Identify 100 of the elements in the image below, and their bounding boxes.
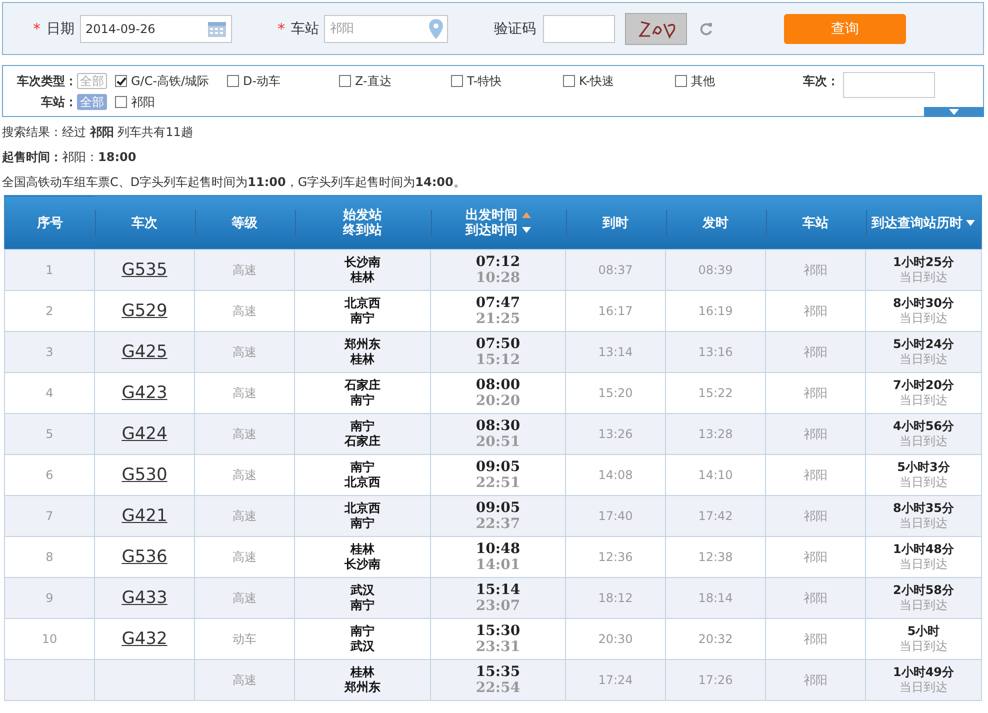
leave-time: 12:38 (698, 550, 733, 564)
departure-time: 09:05 (476, 500, 520, 516)
train-grade: 高速 (232, 672, 256, 686)
station-filter-label: 车站： (41, 94, 77, 110)
leave-time: 20:32 (698, 632, 733, 646)
departure-time: 15:35 (476, 664, 520, 680)
train-grade: 高速 (232, 426, 256, 440)
column-header: 发时 (702, 216, 728, 230)
terminal-station: 北京西 (344, 475, 380, 490)
departure-time: 15:14 (476, 582, 520, 598)
sort-down-icon[interactable] (966, 220, 976, 226)
arrival-time: 21:25 (476, 311, 520, 327)
train-type-checkbox[interactable]: 其他 (675, 72, 787, 90)
required-mark: * (33, 20, 40, 38)
train-grade: 高速 (232, 262, 256, 276)
origin-station: 桂林 (350, 542, 374, 557)
train-number-field[interactable] (843, 72, 935, 98)
sort-down-icon[interactable] (522, 227, 530, 233)
required-mark: * (278, 20, 285, 38)
travel-duration: 1小时48分 (892, 542, 954, 557)
arrival-day: 当日到达 (900, 680, 948, 695)
station-name: 祁阳 (804, 508, 828, 522)
arrive-time: 18:12 (598, 591, 633, 605)
departure-time: 07:50 (476, 336, 520, 352)
terminal-station: 南宁 (350, 516, 374, 531)
sort-up-icon[interactable] (522, 212, 530, 218)
station-name: 祁阳 (804, 304, 828, 318)
station-checkbox[interactable]: 祁阳 (115, 94, 227, 110)
row-number: 5 (46, 427, 54, 441)
arrival-day: 当日到达 (900, 352, 948, 367)
origin-station: 南宁 (350, 419, 374, 434)
arrival-time: 10:28 (476, 270, 520, 286)
origin-station: 武汉 (350, 583, 374, 598)
row-number: 6 (46, 468, 54, 482)
departure-time: 08:30 (476, 418, 520, 434)
row-number: 10 (42, 632, 58, 646)
train-grade: 高速 (232, 590, 256, 604)
arrival-time: 14:01 (476, 557, 520, 573)
train-type-checkbox[interactable]: T-特快 (451, 72, 563, 90)
departure-time: 08:00 (476, 377, 520, 393)
travel-duration: 5小时3分 (897, 460, 950, 475)
origin-station: 南宁 (350, 460, 374, 475)
arrive-time: 17:40 (598, 509, 633, 523)
date-field[interactable]: 2014-09-26 (80, 14, 232, 42)
terminal-station: 南宁 (350, 598, 374, 613)
travel-duration: 8小时30分 (892, 296, 954, 311)
travel-duration: 7小时20分 (892, 378, 954, 393)
captcha-image (625, 12, 687, 44)
column-header[interactable]: 出发时间 (466, 208, 518, 222)
arrival-time: 22:37 (476, 516, 520, 532)
leave-time: 18:14 (698, 591, 733, 605)
column-header: 序号 (36, 216, 63, 230)
arrival-day: 当日到达 (900, 270, 948, 285)
arrival-day: 当日到达 (900, 639, 948, 654)
arrival-day: 当日到达 (900, 311, 948, 326)
station-name: 祁阳 (804, 426, 828, 440)
travel-duration: 4小时56分 (892, 419, 954, 434)
origin-station: 郑州东 (344, 337, 380, 352)
arrive-time: 14:08 (598, 468, 633, 482)
arrival-day: 当日到达 (900, 393, 948, 408)
sale-time-text: 起售时间：祁阳：18:00 (2, 149, 138, 166)
captcha-field[interactable] (543, 14, 615, 42)
row-number: 4 (46, 386, 54, 400)
station-name: 祁阳 (804, 550, 828, 564)
arrive-time: 15:20 (598, 386, 633, 400)
expand-button[interactable] (924, 107, 984, 117)
refresh-icon[interactable] (699, 22, 713, 36)
row-number: 9 (46, 591, 54, 605)
train-type-checkbox[interactable]: G/C-高铁/城际 (115, 72, 227, 90)
leave-time: 16:19 (698, 304, 733, 318)
train-type-checkbox[interactable]: Z-直达 (339, 72, 451, 90)
arrival-time: 22:54 (476, 680, 520, 696)
column-header: 车次 (132, 216, 158, 230)
arrive-time: 13:26 (598, 427, 633, 441)
departure-time: 07:47 (476, 295, 520, 311)
column-header: 终到站 (343, 222, 382, 238)
travel-duration: 5小时24分 (892, 337, 954, 352)
arrival-day: 当日到达 (900, 434, 948, 449)
arrival-time: 22:51 (476, 475, 520, 491)
station-name: 祁阳 (804, 632, 828, 646)
travel-duration: 5小时 (907, 624, 940, 639)
leave-time: 13:16 (698, 345, 733, 359)
caret-down-icon (949, 109, 959, 115)
terminal-station: 郑州东 (344, 680, 380, 695)
station-label: 车站 (291, 20, 319, 38)
arrival-day: 当日到达 (900, 475, 948, 490)
column-header: 到时 (602, 216, 628, 230)
train-type-checkbox[interactable]: D-动车 (227, 72, 339, 90)
column-header[interactable]: 到达时间 (466, 222, 518, 238)
terminal-station: 长沙南 (344, 557, 380, 572)
train-grade: 高速 (232, 386, 256, 400)
train-grade: 高速 (232, 550, 256, 564)
departure-time: 07:12 (476, 254, 520, 270)
arrival-time: 23:31 (476, 639, 520, 655)
terminal-station: 南宁 (350, 311, 374, 326)
origin-station: 南宁 (350, 624, 374, 639)
sale-notice: 全国高铁动车组车票C、D字头列车起售时间为11:00，G字头列车起售时间为14:00。 (2, 174, 466, 191)
train-type-checkbox[interactable]: K-快速 (563, 72, 675, 90)
arrival-time: 23:07 (476, 598, 520, 614)
arrive-time: 17:24 (598, 673, 633, 687)
